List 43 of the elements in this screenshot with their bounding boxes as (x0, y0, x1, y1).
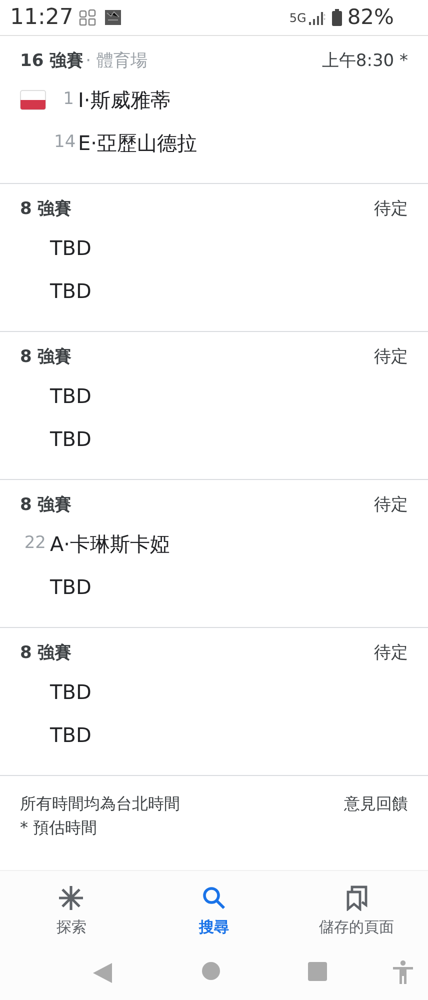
estimate-note: * 預估時間 (20, 817, 98, 839)
image-icon (105, 10, 122, 25)
match-time: 上午8:30 * (322, 50, 408, 74)
match-time: 待定 (374, 642, 408, 666)
player-name: TBD (50, 722, 92, 748)
player-name: TBD (50, 426, 92, 452)
player-name: TBD (50, 278, 92, 304)
home-icon[interactable] (202, 962, 220, 980)
player-name: TBD (50, 574, 92, 600)
nav-tab[interactable]: 探索 (0, 871, 143, 946)
signal-icon (308, 10, 326, 24)
round-label: 8 強賽 (20, 198, 72, 222)
clock: 11:27 (10, 4, 74, 32)
timezone-note: 所有時間均為台北時間 (20, 793, 180, 815)
search-icon (202, 886, 226, 910)
match-time: 待定 (374, 494, 408, 518)
player-name: TBD (50, 382, 92, 410)
back-icon[interactable] (93, 963, 112, 983)
seed-number: 22 (23, 532, 46, 555)
nav-tab[interactable]: 儲存的頁面 (285, 871, 428, 946)
network-label: 5G (289, 10, 306, 26)
round-label: 8 強賽 (20, 642, 72, 666)
nav-tab[interactable]: 搜尋 (142, 871, 286, 946)
seed-number: 14 (54, 130, 74, 154)
seed-number: 1 (62, 88, 74, 111)
round-label: 8 強賽 (20, 494, 72, 518)
match-time: 待定 (374, 346, 408, 370)
asterisk-icon (58, 885, 84, 911)
feedback-link[interactable]: 意見回饋 (344, 792, 408, 816)
player-name: A·卡琳斯卡婭 (50, 530, 170, 558)
match-time: 待定 (374, 198, 408, 222)
round-label: 8 強賽 (20, 346, 72, 370)
round-label: 16 強賽 (20, 50, 84, 74)
battery-percent: 82% (347, 4, 394, 31)
player-name: E·亞歷山德拉 (78, 130, 197, 156)
venue-label: · 體育場 (86, 50, 148, 74)
accessibility-icon[interactable] (393, 960, 413, 984)
player-name: TBD (50, 678, 92, 706)
bookmarks-icon (346, 885, 368, 911)
player-name: I·斯威雅蒂 (78, 86, 170, 114)
player-name: TBD (50, 234, 92, 262)
apps-icon (79, 8, 98, 26)
battery-icon (332, 9, 342, 26)
